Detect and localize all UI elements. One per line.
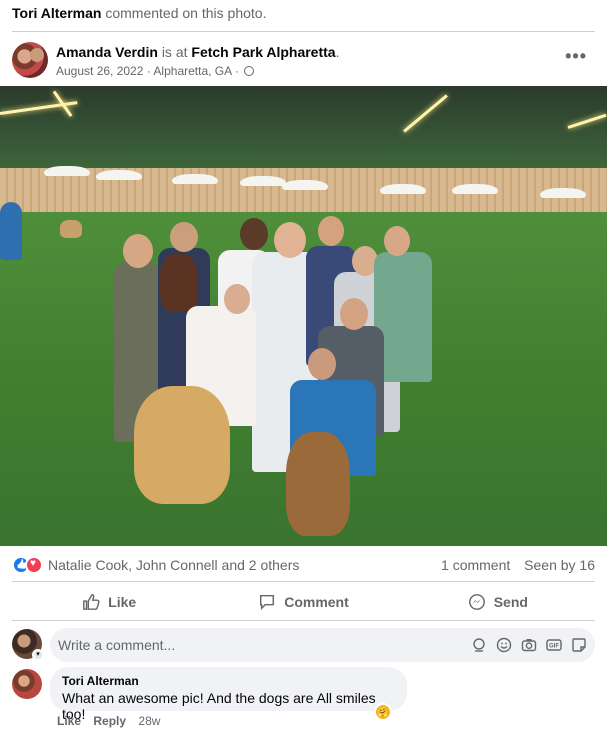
thumbs-up-icon bbox=[83, 594, 100, 610]
comment-label: Comment bbox=[284, 594, 349, 610]
chevron-down-icon[interactable]: ▾ bbox=[32, 649, 44, 661]
comment-reply-button[interactable]: Reply bbox=[93, 714, 126, 728]
composer-icons: GIF bbox=[470, 636, 587, 653]
emoji-icon[interactable] bbox=[495, 636, 512, 653]
reactions-bar: Natalie Cook, John Connell and 2 others … bbox=[12, 555, 595, 575]
reactors-names[interactable]: Natalie Cook, John Connell and 2 others bbox=[48, 557, 299, 573]
dog bbox=[286, 432, 350, 536]
person-head bbox=[170, 222, 198, 252]
commenter-avatar[interactable] bbox=[12, 669, 42, 699]
person-head bbox=[308, 348, 336, 380]
dog bbox=[160, 254, 198, 312]
post-author-line: Amanda Verdin is at Fetch Park Alpharett… bbox=[56, 44, 339, 60]
photo-fence bbox=[0, 168, 607, 212]
person-head bbox=[240, 218, 268, 250]
author-avatar[interactable] bbox=[12, 42, 48, 78]
comment-count[interactable]: 1 comment bbox=[441, 557, 510, 573]
person-head bbox=[224, 284, 250, 314]
reaction-stats: 1 comment Seen by 16 bbox=[441, 557, 595, 573]
comment-item: Tori Alterman What an awesome pic! And t… bbox=[12, 667, 595, 728]
author-name[interactable]: Amanda Verdin bbox=[56, 44, 158, 60]
divider bbox=[12, 31, 595, 32]
gif-icon-label: GIF bbox=[549, 643, 559, 649]
speech-bubble-icon bbox=[260, 594, 275, 611]
umbrella bbox=[282, 180, 328, 190]
globe-icon[interactable] bbox=[244, 66, 255, 76]
activity-actor[interactable]: Tori Alterman bbox=[12, 5, 101, 21]
comment-meta: Like Reply 28w bbox=[57, 714, 160, 728]
more-options-button[interactable]: ••• bbox=[565, 46, 587, 67]
period-text: . bbox=[335, 44, 340, 60]
post-date[interactable]: August 26, 2022 bbox=[56, 64, 143, 78]
person-head bbox=[340, 298, 368, 330]
commenter-name[interactable]: Tori Alterman bbox=[62, 674, 395, 688]
like-label: Like bbox=[108, 594, 137, 610]
activity-line: Tori Alterman commented on this photo. bbox=[12, 5, 266, 21]
messenger-icon bbox=[468, 594, 485, 610]
camera-icon[interactable] bbox=[520, 636, 537, 653]
comment-placeholder: Write a comment... bbox=[58, 637, 176, 653]
meta-separator-2: · bbox=[234, 64, 239, 78]
post-photo[interactable] bbox=[0, 86, 607, 546]
care-reaction-icon[interactable]: 🤗 bbox=[374, 703, 392, 721]
seen-count[interactable]: Seen by 16 bbox=[524, 557, 595, 573]
comment-bubble: Tori Alterman What an awesome pic! And t… bbox=[50, 667, 407, 722]
activity-text: commented on this photo. bbox=[105, 5, 267, 21]
avatar-sticker-icon[interactable] bbox=[470, 636, 487, 653]
post-meta: August 26, 2022 · Alpharetta, GA · bbox=[56, 64, 255, 78]
umbrella bbox=[540, 188, 586, 198]
send-label: Send bbox=[493, 594, 528, 610]
umbrella bbox=[380, 184, 426, 194]
person-head bbox=[123, 234, 153, 268]
meta-separator: · bbox=[146, 64, 151, 78]
person-head bbox=[274, 222, 306, 258]
send-button[interactable]: Send bbox=[401, 584, 595, 620]
divider bbox=[12, 581, 595, 582]
comment-button[interactable]: Comment bbox=[206, 584, 400, 620]
like-button[interactable]: Like bbox=[12, 584, 206, 620]
person-head bbox=[384, 226, 410, 256]
sticker-icon[interactable] bbox=[570, 636, 587, 653]
umbrella bbox=[240, 176, 286, 186]
person-head bbox=[318, 216, 344, 246]
comment-composer: ▾ Write a comment... GIF bbox=[12, 628, 595, 662]
umbrella bbox=[452, 184, 498, 194]
dog bbox=[60, 220, 82, 238]
gif-icon[interactable]: GIF bbox=[545, 636, 562, 653]
umbrella bbox=[44, 166, 90, 176]
umbrella bbox=[172, 174, 218, 184]
comment-like-button[interactable]: Like bbox=[57, 714, 81, 728]
person bbox=[0, 202, 22, 260]
comment-input[interactable]: Write a comment... GIF bbox=[50, 628, 595, 662]
is-at-text: is at bbox=[161, 44, 188, 60]
photo-trees bbox=[0, 86, 607, 176]
love-reaction-icon[interactable] bbox=[25, 556, 43, 574]
umbrella bbox=[96, 170, 142, 180]
post-location[interactable]: Alpharetta, GA bbox=[153, 64, 231, 78]
action-bar: Like Comment Send bbox=[12, 584, 595, 620]
comment-time[interactable]: 28w bbox=[138, 714, 160, 728]
place-link[interactable]: Fetch Park Alpharetta bbox=[191, 44, 335, 60]
divider bbox=[12, 620, 595, 621]
dog bbox=[134, 386, 230, 504]
post-header: Amanda Verdin is at Fetch Park Alpharett… bbox=[12, 42, 595, 82]
